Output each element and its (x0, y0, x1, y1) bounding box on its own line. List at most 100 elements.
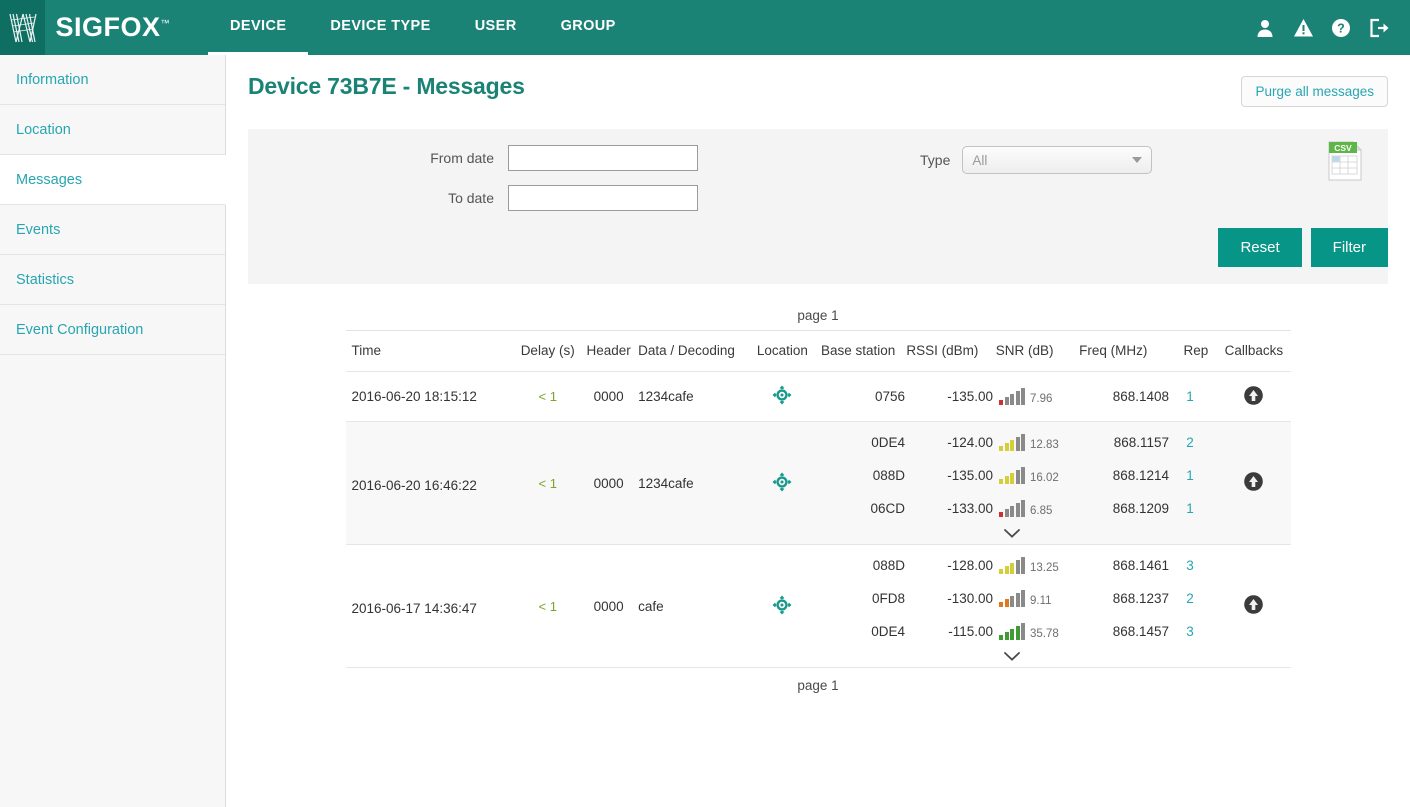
message-callbacks[interactable] (1217, 372, 1290, 422)
rssi-value: -128.00 (905, 558, 993, 573)
rep-value[interactable]: 1 (1169, 389, 1211, 404)
base-station-value: 0DE4 (821, 435, 905, 450)
message-header: 0000 (579, 372, 638, 422)
help-icon[interactable]: ? (1328, 15, 1354, 41)
table-row[interactable]: 2016-06-20 18:15:12< 100001234cafe0756-1… (346, 372, 1291, 422)
nav-item-user[interactable]: USER (453, 0, 539, 55)
rep-value[interactable]: 3 (1169, 624, 1211, 639)
snr-cell: 12.83 (993, 434, 1075, 451)
from-date-input[interactable] (508, 145, 698, 171)
station-row: 0DE4-115.0035.78868.14573 (821, 615, 1217, 648)
crosshair-icon[interactable] (772, 595, 792, 618)
brand-name: SIGFOX™ (55, 12, 170, 43)
message-time: 2016-06-20 18:15:12 (346, 372, 517, 422)
col-header-rep[interactable]: Rep (1175, 331, 1218, 372)
message-location[interactable] (744, 545, 821, 668)
rep-value[interactable]: 2 (1169, 435, 1211, 450)
snr-value: 9.11 (1030, 595, 1052, 607)
message-delay: < 1 (516, 422, 579, 545)
from-date-label: From date (248, 150, 508, 166)
base-station-value: 0FD8 (821, 591, 905, 606)
col-header-time[interactable]: Time (346, 331, 517, 372)
reset-button[interactable]: Reset (1218, 228, 1301, 267)
sidebar-item-statistics[interactable]: Statistics (0, 255, 225, 305)
crosshair-icon[interactable] (772, 472, 792, 495)
brand-logo[interactable]: SIGFOX™ (0, 0, 170, 55)
base-station-value: 088D (821, 468, 905, 483)
top-navigation-bar: SIGFOX™ DEVICE DEVICE TYPE USER GROUP ? (0, 0, 1410, 55)
col-header-data[interactable]: Data / Decoding (638, 331, 744, 372)
nav-item-device-label: DEVICE (230, 18, 286, 34)
sidebar-item-information[interactable]: Information (0, 55, 225, 105)
snr-cell: 16.02 (993, 467, 1075, 484)
main-nav-items: DEVICE DEVICE TYPE USER GROUP (208, 0, 638, 55)
rssi-value: -135.00 (905, 389, 993, 404)
snr-cell: 35.78 (993, 623, 1075, 640)
station-details-cell: 088D-128.0013.25868.146130FD8-130.009.11… (821, 545, 1217, 668)
arrow-up-circle-icon[interactable] (1243, 594, 1264, 618)
col-header-base-station[interactable]: Base station (821, 331, 906, 372)
user-icon[interactable] (1252, 15, 1278, 41)
col-header-delay[interactable]: Delay (s) (516, 331, 579, 372)
col-header-snr[interactable]: SNR (dB) (996, 331, 1079, 372)
rep-value[interactable]: 3 (1169, 558, 1211, 573)
rep-value[interactable]: 1 (1169, 501, 1211, 516)
message-callbacks[interactable] (1217, 422, 1290, 545)
arrow-up-circle-icon[interactable] (1243, 385, 1264, 409)
station-row: 0756-135.007.96868.14081 (821, 380, 1217, 413)
nav-item-device-type-label: DEVICE TYPE (330, 18, 430, 34)
purge-all-messages-button[interactable]: Purge all messages (1241, 76, 1388, 107)
sidebar-item-messages[interactable]: Messages (0, 155, 226, 205)
rssi-value: -135.00 (905, 468, 993, 483)
station-row: 0FD8-130.009.11868.12372 (821, 582, 1217, 615)
station-group: 0DE4-124.0012.83868.11572088D-135.0016.0… (821, 426, 1217, 544)
col-header-header[interactable]: Header (579, 331, 638, 372)
filter-button[interactable]: Filter (1311, 228, 1388, 267)
sidebar-item-event-configuration[interactable]: Event Configuration (0, 305, 225, 355)
to-date-input[interactable] (508, 185, 698, 211)
col-header-freq[interactable]: Freq (MHz) (1079, 331, 1175, 372)
col-header-location[interactable]: Location (744, 331, 821, 372)
crosshair-icon[interactable] (772, 385, 792, 408)
nav-item-group[interactable]: GROUP (539, 0, 638, 55)
rep-value[interactable]: 1 (1169, 468, 1211, 483)
messages-table-head: Time Delay (s) Header Data / Decoding Lo… (346, 331, 1291, 372)
sidebar-item-events[interactable]: Events (0, 205, 225, 255)
nav-item-group-label: GROUP (561, 18, 616, 34)
type-select-value: All (972, 153, 987, 168)
sigfox-logo-mark-icon (0, 0, 45, 55)
base-station-value: 06CD (821, 501, 905, 516)
logout-icon[interactable] (1366, 15, 1392, 41)
sidebar-item-location[interactable]: Location (0, 105, 225, 155)
table-header-row: Time Delay (s) Header Data / Decoding Lo… (346, 331, 1291, 372)
pagination-top[interactable]: page 1 (248, 308, 1388, 323)
freq-value: 868.1457 (1075, 624, 1169, 639)
col-header-rssi[interactable]: RSSI (dBm) (906, 331, 995, 372)
nav-item-device-type[interactable]: DEVICE TYPE (308, 0, 452, 55)
sidebar-item-statistics-label: Statistics (16, 272, 74, 288)
snr-value: 6.85 (1030, 505, 1052, 517)
to-date-label: To date (248, 190, 508, 206)
rep-value[interactable]: 2 (1169, 591, 1211, 606)
sidebar-filler (0, 355, 225, 807)
expand-stations-chevron-down-icon[interactable] (821, 525, 1203, 544)
table-row[interactable]: 2016-06-20 16:46:22< 100001234cafe0DE4-1… (346, 422, 1291, 545)
chevron-down-icon (1132, 157, 1142, 163)
type-select[interactable]: All (962, 146, 1152, 174)
warning-icon[interactable] (1290, 15, 1316, 41)
nav-item-device[interactable]: DEVICE (208, 0, 308, 55)
arrow-up-circle-icon[interactable] (1243, 471, 1264, 495)
message-location[interactable] (744, 372, 821, 422)
brand-name-text: SIGFOX (55, 12, 160, 42)
table-row[interactable]: 2016-06-17 14:36:47< 10000cafe088D-128.0… (346, 545, 1291, 668)
pagination-bottom[interactable]: page 1 (248, 678, 1388, 693)
message-location[interactable] (744, 422, 821, 545)
col-header-callbacks[interactable]: Callbacks (1217, 331, 1290, 372)
page-body: Information Location Messages Events Sta… (0, 55, 1410, 807)
message-callbacks[interactable] (1217, 545, 1290, 668)
snr-value: 7.96 (1030, 393, 1052, 405)
brand-tm: ™ (161, 18, 171, 28)
to-date-row: To date (248, 185, 1388, 211)
expand-stations-chevron-down-icon[interactable] (821, 648, 1203, 667)
export-csv-icon[interactable]: CSV (1328, 141, 1362, 181)
